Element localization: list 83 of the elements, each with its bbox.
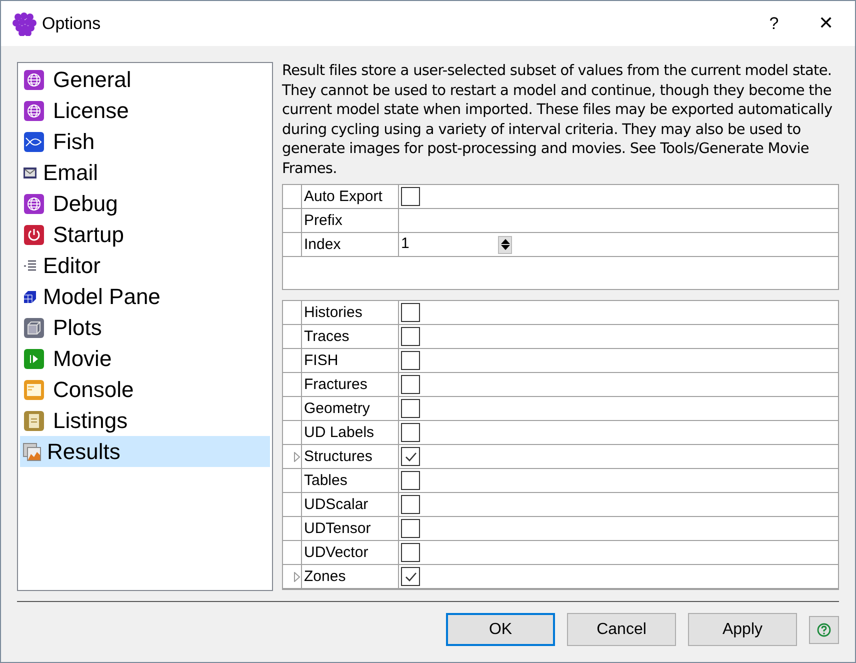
category-label: Model Pane [43, 286, 160, 308]
category-label: Results [47, 440, 120, 462]
category-item[interactable]: Email [20, 157, 270, 188]
result-type-label: Histories [302, 301, 399, 324]
dialog-button[interactable]: Cancel [567, 613, 676, 646]
category-label: Listings [53, 410, 128, 432]
checkbox[interactable] [401, 351, 420, 370]
property-label: Auto Export [302, 185, 399, 208]
checkbox[interactable] [401, 543, 420, 562]
category-label: Startup [53, 224, 124, 246]
close-button[interactable]: ✕ [797, 1, 855, 46]
category-label: Fish [53, 130, 95, 152]
checkbox[interactable] [401, 187, 420, 206]
checkbox[interactable] [401, 399, 420, 418]
category-item[interactable]: Listings [20, 405, 270, 436]
result-type-label: UDVector [302, 541, 399, 564]
cube-grid-icon [23, 290, 37, 304]
checkbox[interactable] [401, 303, 420, 322]
dialog-button[interactable]: OK [446, 613, 555, 646]
cube-icon [23, 316, 45, 338]
result-type-label: UDTensor [302, 517, 399, 540]
category-item[interactable]: License [20, 95, 270, 126]
result-type-label: Structures [302, 445, 399, 468]
property-label: Index [302, 233, 399, 256]
result-type-label: UDScalar [302, 493, 399, 516]
result-type-label: Fractures [302, 373, 399, 396]
category-label: General [53, 68, 132, 90]
result-type-label: Tables [302, 469, 399, 492]
category-label: Plots [53, 316, 102, 338]
checkbox[interactable] [401, 375, 420, 394]
envelope-icon [23, 166, 37, 178]
power-icon [23, 224, 45, 246]
globe-icon [23, 192, 45, 214]
result-type-label: Geometry [302, 397, 399, 420]
expand-arrow-icon[interactable] [294, 452, 300, 462]
result-type-label: Zones [302, 565, 399, 588]
expand-arrow-icon[interactable] [294, 572, 300, 582]
result-type-label: UD Labels [302, 421, 399, 444]
checkbox[interactable] [401, 423, 420, 442]
dialog-button[interactable]: Apply [688, 613, 797, 646]
category-item[interactable]: Fish [20, 126, 270, 157]
category-label: Debug [53, 192, 118, 214]
spinner-arrows-icon[interactable] [498, 236, 512, 254]
check-mark-icon [404, 452, 416, 462]
category-item[interactable]: General [20, 64, 270, 95]
category-item[interactable]: Model Pane [20, 281, 270, 312]
result-type-label: FISH [302, 349, 399, 372]
grape-cluster-icon [12, 12, 37, 36]
checkbox[interactable] [401, 327, 420, 346]
checkbox[interactable] [401, 519, 420, 538]
category-label: Movie [53, 348, 112, 370]
category-label: License [53, 100, 129, 122]
category-label: Editor [43, 254, 100, 276]
console-icon [23, 378, 45, 400]
help-button[interactable] [809, 616, 839, 644]
category-label: Console [53, 378, 134, 400]
help-icon [817, 622, 831, 636]
document-icon [23, 410, 45, 432]
globe-icon [23, 100, 45, 122]
help-button[interactable]: ? [751, 1, 797, 46]
checkbox[interactable] [401, 567, 420, 586]
checkbox[interactable] [401, 495, 420, 514]
category-item[interactable]: Debug [20, 188, 270, 219]
category-item[interactable]: Editor [20, 250, 270, 281]
checkbox[interactable] [401, 471, 420, 490]
category-item[interactable]: Movie [20, 343, 270, 374]
chart-icon [23, 442, 41, 460]
category-item[interactable]: Plots [20, 312, 270, 343]
category-item[interactable]: Results [20, 436, 270, 467]
list-indent-icon [23, 258, 37, 272]
property-label: Prefix [302, 209, 399, 232]
description-text: Result files store a user-selected subset of values from the current model state. They cannot be used to restart a model and continue, though they become the current model state when imported. These files may be exported automatically during cycling using a variety of interval criteria. They may also be used to generate images for post-processing and movies. See Tools/Generate Movie Frames. [282, 62, 834, 178]
category-item[interactable]: Startup [20, 219, 270, 250]
check-mark-icon [404, 572, 416, 582]
category-item[interactable]: Console [20, 374, 270, 405]
category-label: Email [43, 162, 98, 184]
index-value[interactable]: 1 [401, 233, 498, 256]
play-icon [23, 348, 45, 370]
fish-icon [23, 130, 45, 152]
result-type-label: Traces [302, 325, 399, 348]
globe-icon [23, 68, 45, 90]
checkbox[interactable] [401, 447, 420, 466]
window-title: Options [42, 12, 101, 35]
